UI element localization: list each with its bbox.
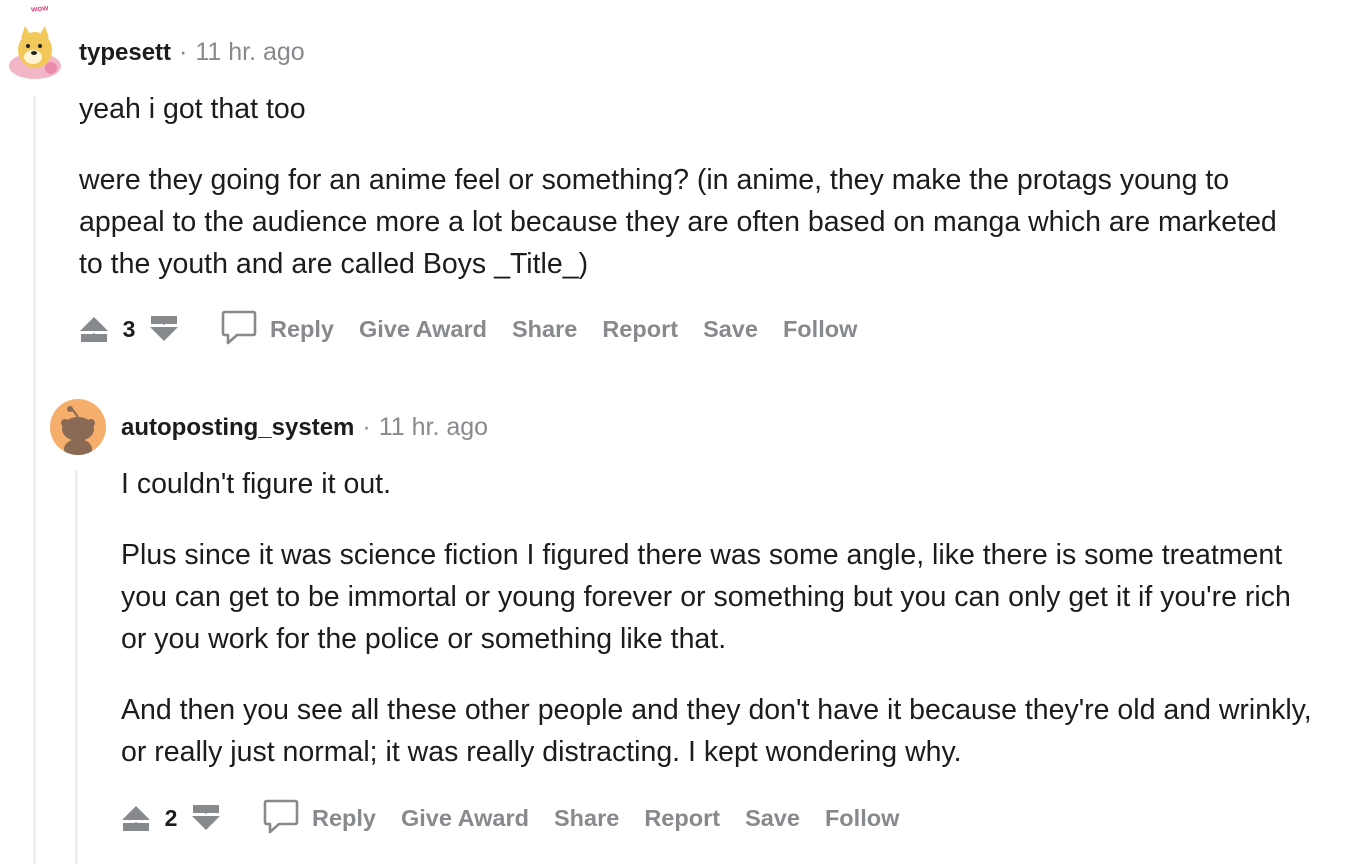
comment-bubble-icon [262,797,300,840]
reply-button[interactable]: Reply [220,308,334,351]
follow-button[interactable]: Follow [825,805,899,832]
comment-paragraph: Plus since it was science fiction I figu… [121,539,1291,655]
comment-paragraph: And then you see all these other people … [121,694,1312,768]
comment-action-bar: 3 Reply Give Award Share Report Save Fol… [78,309,882,349]
comment-bubble-icon [220,308,258,351]
comment-author[interactable]: autoposting_system [121,414,354,442]
reply-label: Reply [270,315,334,342]
share-button[interactable]: Share [554,805,619,832]
vote-score: 3 [122,315,136,342]
comment-timestamp[interactable]: 11 hr. ago [195,38,304,67]
downvote-icon[interactable] [148,313,180,345]
give-award-button[interactable]: Give Award [401,805,529,832]
comment-meta: autoposting_system · 11 hr. ago [121,413,488,442]
comment-paragraph: yeah i got that too [79,93,306,125]
meta-separator: · [179,38,188,66]
report-button[interactable]: Report [644,805,720,832]
downvote-icon[interactable] [190,802,222,834]
give-award-button[interactable]: Give Award [359,316,487,343]
thread-line-primary[interactable] [33,96,36,864]
avatar-badge: wow [30,3,49,14]
save-button[interactable]: Save [745,805,800,832]
share-button[interactable]: Share [512,316,577,343]
thread-line-reply[interactable] [75,470,78,864]
comment-author[interactable]: typesett [79,39,171,67]
comment-body: yeah i got that too were they going for … [79,88,1299,314]
upvote-icon[interactable] [120,802,152,834]
save-button[interactable]: Save [703,316,758,343]
comment-paragraph: were they going for an anime feel or som… [79,164,1277,280]
reply-button[interactable]: Reply [262,797,376,840]
comment-action-bar: 2 Reply Give Award Share Report Save Fol… [120,798,924,838]
comment-body: I couldn't figure it out. Plus since it … [121,463,1321,802]
comment-paragraph: I couldn't figure it out. [121,468,392,500]
upvote-icon[interactable] [78,313,110,345]
doge-avatar-icon[interactable] [7,22,63,80]
snoo-avatar-icon[interactable] [50,399,106,455]
reply-label: Reply [312,804,376,831]
report-button[interactable]: Report [602,316,678,343]
comment-meta: typesett · 11 hr. ago [79,38,305,67]
meta-separator: · [362,413,371,441]
vote-score: 2 [164,804,178,831]
comment-timestamp[interactable]: 11 hr. ago [379,413,488,442]
follow-button[interactable]: Follow [783,316,857,343]
